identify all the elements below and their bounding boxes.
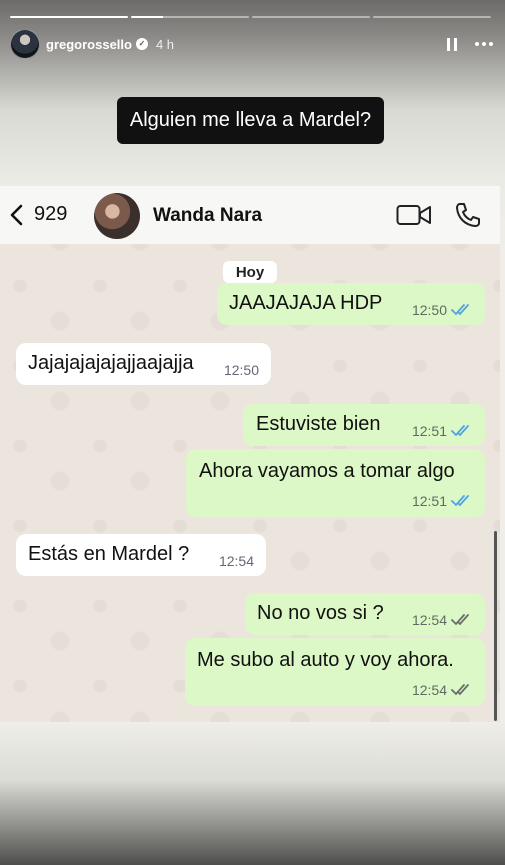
message-meta: 12:50 — [412, 302, 473, 318]
story-progress — [10, 16, 491, 18]
story-progress-bar — [131, 16, 249, 18]
video-call-icon[interactable] — [396, 204, 432, 226]
delivered-ticks-icon — [451, 614, 469, 626]
message-time: 12:51 — [411, 423, 447, 439]
contact-avatar[interactable] — [94, 193, 140, 239]
message-time: 12:50 — [411, 302, 447, 318]
message-meta: 12:51 — [412, 423, 473, 439]
message-time: 12:50 — [223, 362, 259, 378]
message-text: No no vos si ? — [257, 602, 384, 624]
story-caption-sticker: Alguien me lleva a Mardel? — [117, 97, 384, 144]
message-meta: 12:54 — [412, 682, 473, 698]
contact-name[interactable]: Wanda Nara — [153, 205, 262, 227]
unread-count[interactable]: 929 — [34, 203, 67, 226]
read-ticks-icon — [451, 495, 469, 507]
message-bubble-outgoing[interactable]: JAAJAJAJA HDP 12:50 — [217, 283, 485, 325]
message-text: Me subo al auto y voy ahora. — [197, 649, 454, 671]
message-time: 12:54 — [411, 682, 447, 698]
story-avatar[interactable] — [10, 29, 40, 59]
message-meta: 12:54 — [412, 612, 473, 628]
message-bubble-incoming[interactable]: Jajajajajajajjaajajja 12:50 — [16, 343, 271, 385]
story-header: gregorossello ✓ 4 h — [10, 28, 493, 60]
date-chip: Hoy — [223, 261, 277, 283]
message-time: 12:51 — [411, 493, 447, 509]
message-text: Estuviste bien — [256, 413, 381, 435]
story-time: 4 h — [155, 36, 175, 52]
scrollbar[interactable] — [494, 531, 497, 721]
message-text: Ahora vayamos a tomar algo — [199, 460, 455, 482]
message-meta: 12:54 — [219, 553, 254, 569]
message-bubble-incoming[interactable]: Estás en Mardel ? 12:54 — [16, 534, 266, 576]
message-bubble-outgoing[interactable]: Ahora vayamos a tomar algo 12:51 — [186, 449, 485, 517]
back-chevron-icon[interactable] — [8, 204, 24, 226]
story-progress-bar — [252, 16, 370, 18]
story-progress-bar — [373, 16, 491, 18]
pause-icon[interactable] — [447, 37, 457, 51]
more-options-icon[interactable] — [475, 42, 493, 46]
message-meta: 12:50 — [224, 362, 259, 378]
story-actions — [447, 37, 493, 51]
verified-badge-icon: ✓ — [135, 38, 148, 50]
message-bubble-outgoing[interactable]: No no vos si ? 12:54 — [245, 593, 485, 635]
message-text: Jajajajajajajjaajajja — [28, 352, 194, 374]
story-progress-fill — [131, 16, 163, 18]
message-bubble-outgoing[interactable]: Me subo al auto y voy ahora. 12:54 — [185, 638, 485, 706]
story-progress-fill — [10, 16, 128, 18]
story-username[interactable]: gregorossello — [46, 37, 132, 52]
chat-header: 929 Wanda Nara — [0, 186, 500, 244]
story-progress-bar — [10, 16, 128, 18]
message-time: 12:54 — [218, 553, 254, 569]
phone-call-icon[interactable] — [454, 201, 482, 229]
read-ticks-icon — [451, 304, 469, 316]
message-text: Estás en Mardel ? — [28, 543, 190, 565]
message-time: 12:54 — [411, 612, 447, 628]
message-bubble-outgoing[interactable]: Estuviste bien 12:51 — [243, 404, 485, 446]
message-meta: 12:51 — [412, 493, 473, 509]
chat-screenshot: 929 Wanda Nara Hoy JAAJAJAJA HDP 12:50 J… — [0, 186, 500, 722]
read-ticks-icon — [451, 425, 469, 437]
delivered-ticks-icon — [451, 684, 469, 696]
message-text: JAAJAJAJA HDP — [229, 292, 383, 314]
